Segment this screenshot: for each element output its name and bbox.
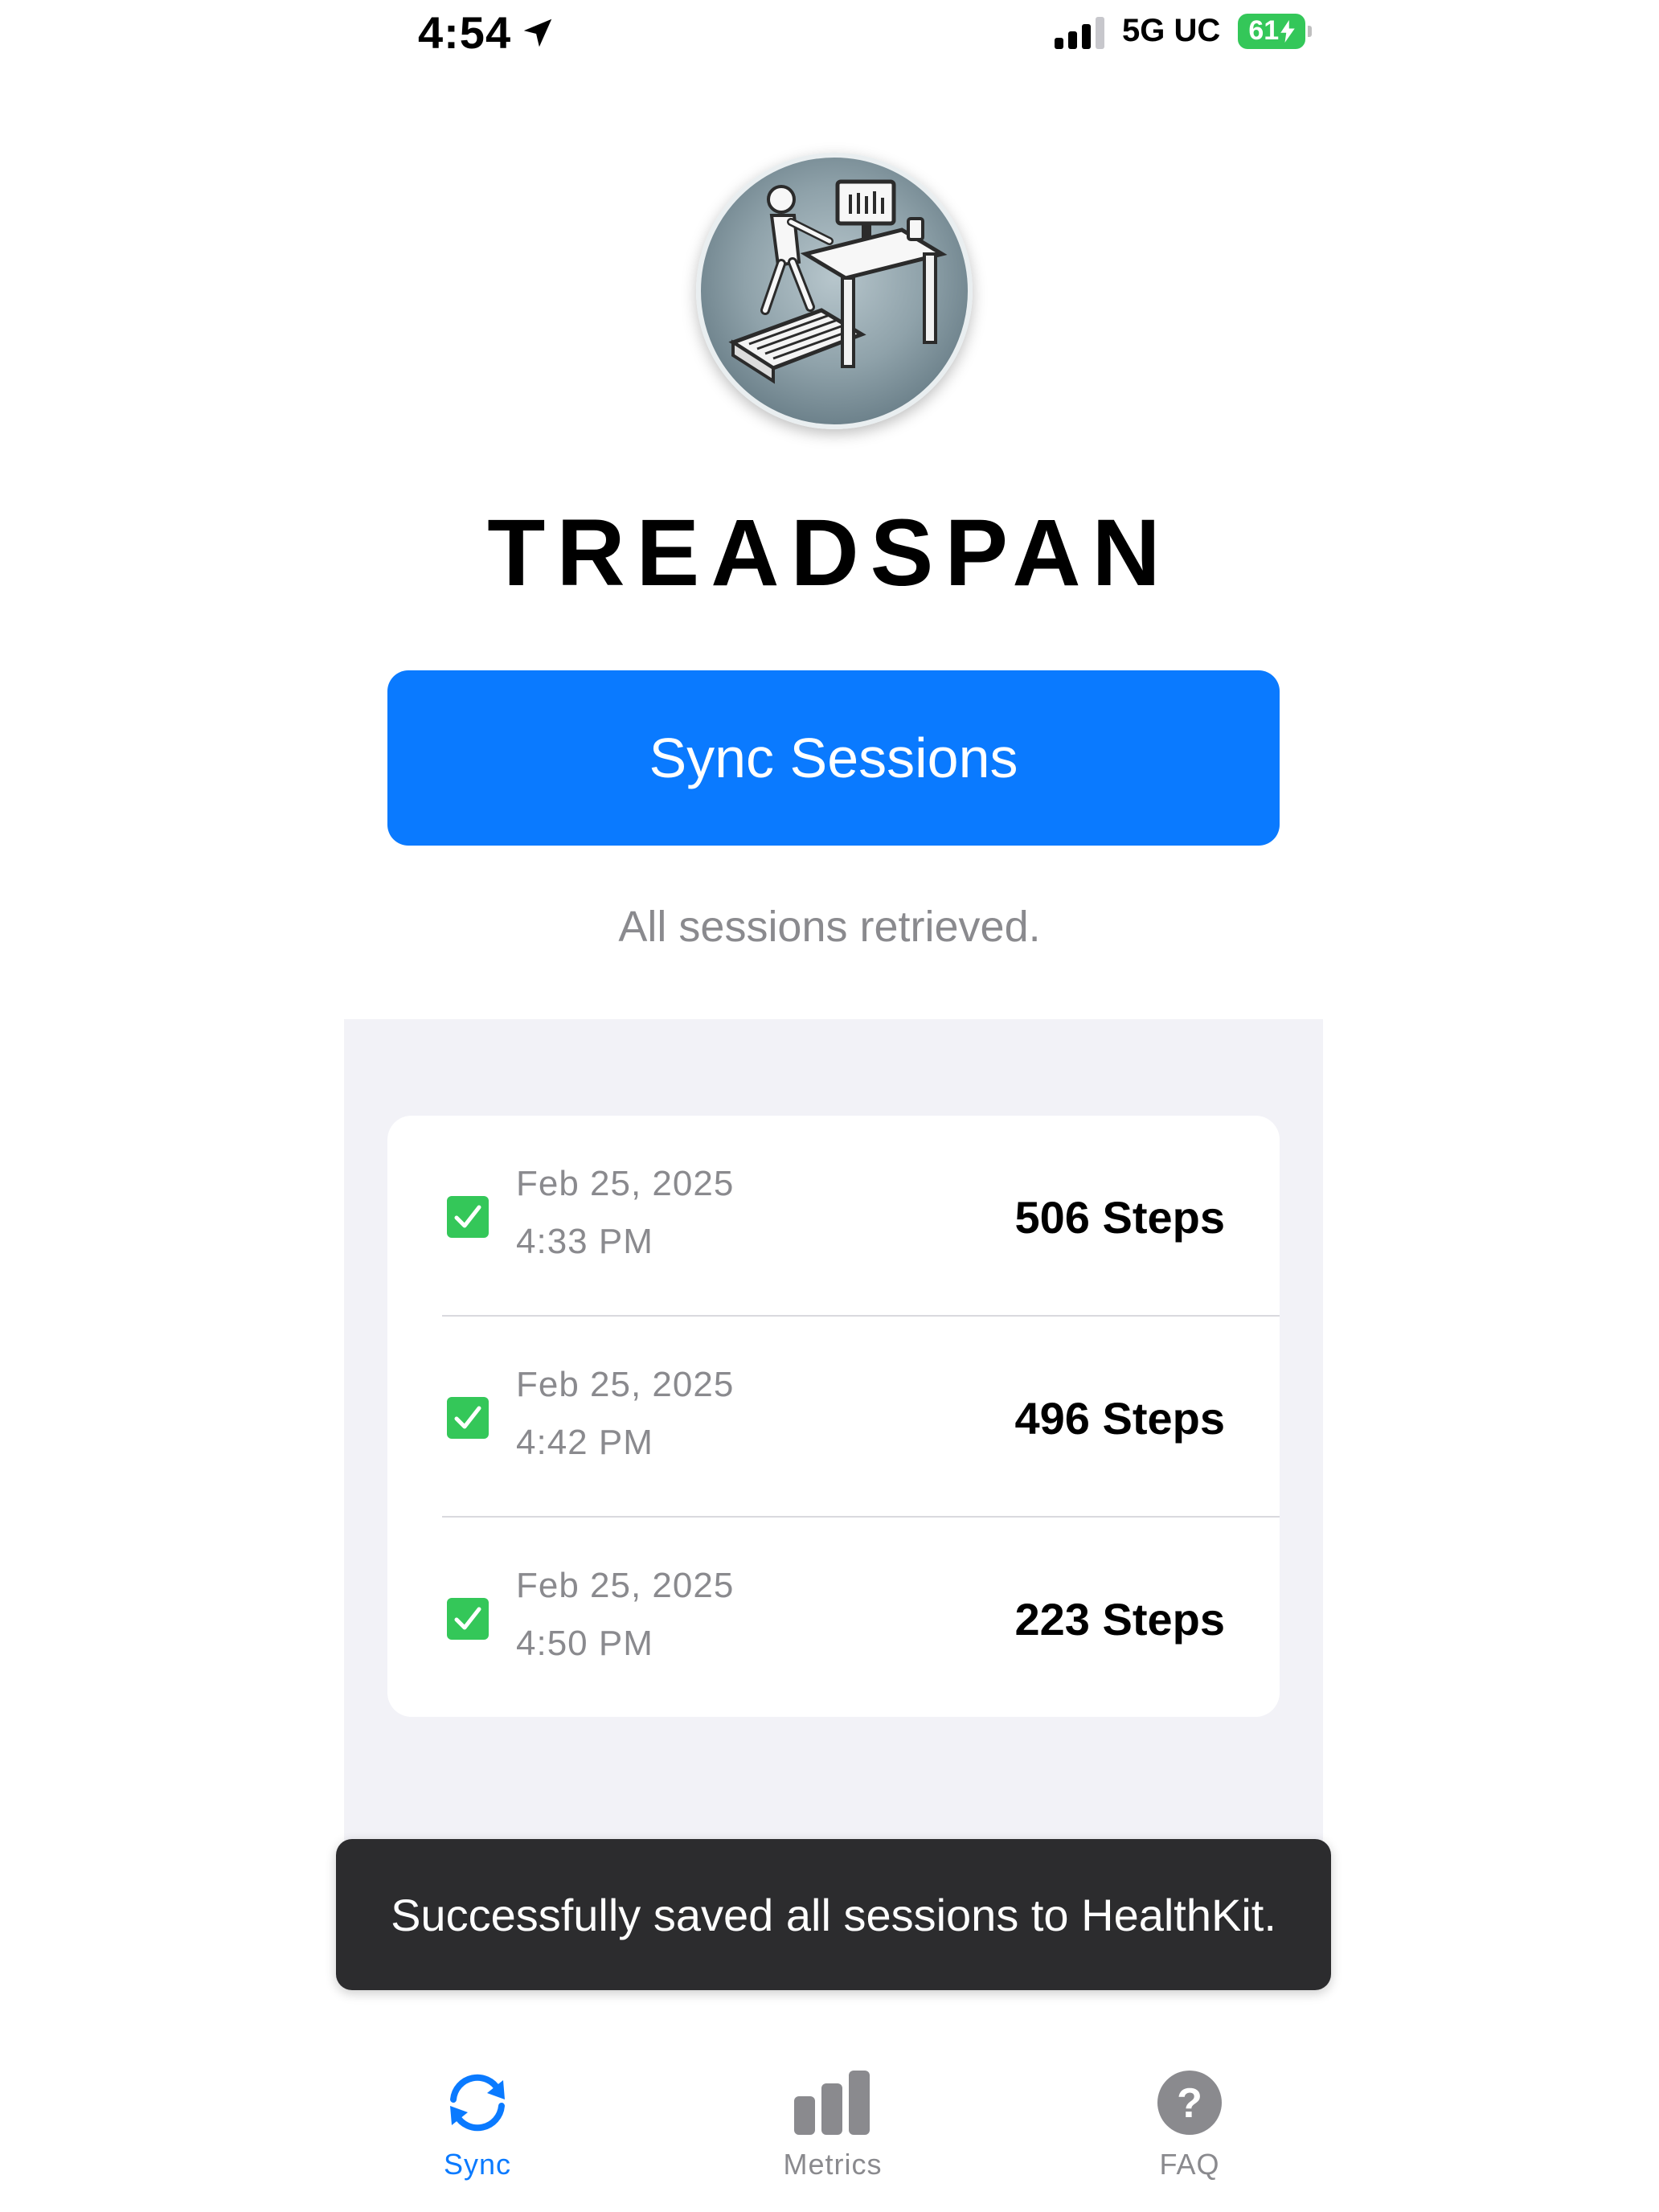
status-time: 4:54 [418,6,556,59]
tab-bar: Sync Metrics ? FAQ [0,2042,1659,2212]
session-steps: 496 Steps [1014,1393,1226,1444]
checkmark-icon [454,1205,481,1228]
app-logo [696,153,973,429]
cellular-signal-icon [1055,14,1104,49]
session-checkbox[interactable] [447,1196,489,1238]
svg-text:?: ? [1177,2080,1202,2127]
session-steps: 223 Steps [1014,1594,1226,1645]
session-date: Feb 25, 2025 [516,1164,735,1203]
sync-icon [450,2074,505,2132]
checkmark-icon [454,1607,481,1630]
tab-faq-label: FAQ [1159,2148,1220,2181]
session-date: Feb 25, 2025 [516,1566,735,1605]
app-title: TREADSPAN [487,500,1172,606]
session-time: 4:33 PM [516,1222,653,1261]
session-time: 4:50 PM [516,1624,653,1663]
tab-metrics[interactable]: Metrics [728,2062,937,2181]
checkmark-icon [454,1406,481,1429]
status-bar: 4:54 5G UC 61 [0,0,1659,72]
sync-sessions-button[interactable]: Sync Sessions [387,670,1280,846]
sessions-panel: Feb 25, 2025 4:33 PM 506 Steps Feb 25, 2… [344,1019,1323,1870]
session-row[interactable]: Feb 25, 2025 4:50 PM 223 Steps [387,1518,1280,1717]
location-arrow-icon [523,18,552,47]
session-date: Feb 25, 2025 [516,1365,735,1404]
treadmill-desk-logo-icon [728,179,948,384]
charging-bolt-icon [1280,19,1295,43]
question-icon: ? [1157,2071,1222,2135]
battery-icon: 61 [1238,13,1313,49]
sync-status-message: All sessions retrieved. [618,903,1041,951]
tab-sync[interactable]: Sync [373,2062,582,2181]
toast-notification: Successfully saved all sessions to Healt… [336,1839,1331,1990]
session-checkbox[interactable] [447,1397,489,1439]
session-checkbox[interactable] [447,1598,489,1640]
status-indicators: 5G UC 61 [1055,13,1313,49]
bar-chart-icon [794,2071,870,2135]
sessions-list: Feb 25, 2025 4:33 PM 506 Steps Feb 25, 2… [387,1116,1280,1717]
session-steps: 506 Steps [1014,1192,1226,1243]
session-row[interactable]: Feb 25, 2025 4:42 PM 496 Steps [387,1317,1280,1518]
battery-level: 61 [1248,15,1280,46]
tab-sync-label: Sync [443,2148,512,2181]
session-row[interactable]: Feb 25, 2025 4:33 PM 506 Steps [387,1116,1280,1317]
status-time-text: 4:54 [418,7,512,58]
tab-metrics-label: Metrics [783,2148,883,2181]
tab-faq[interactable]: ? FAQ [1085,2062,1294,2181]
session-time: 4:42 PM [516,1423,653,1462]
network-type: 5G UC [1122,13,1221,48]
